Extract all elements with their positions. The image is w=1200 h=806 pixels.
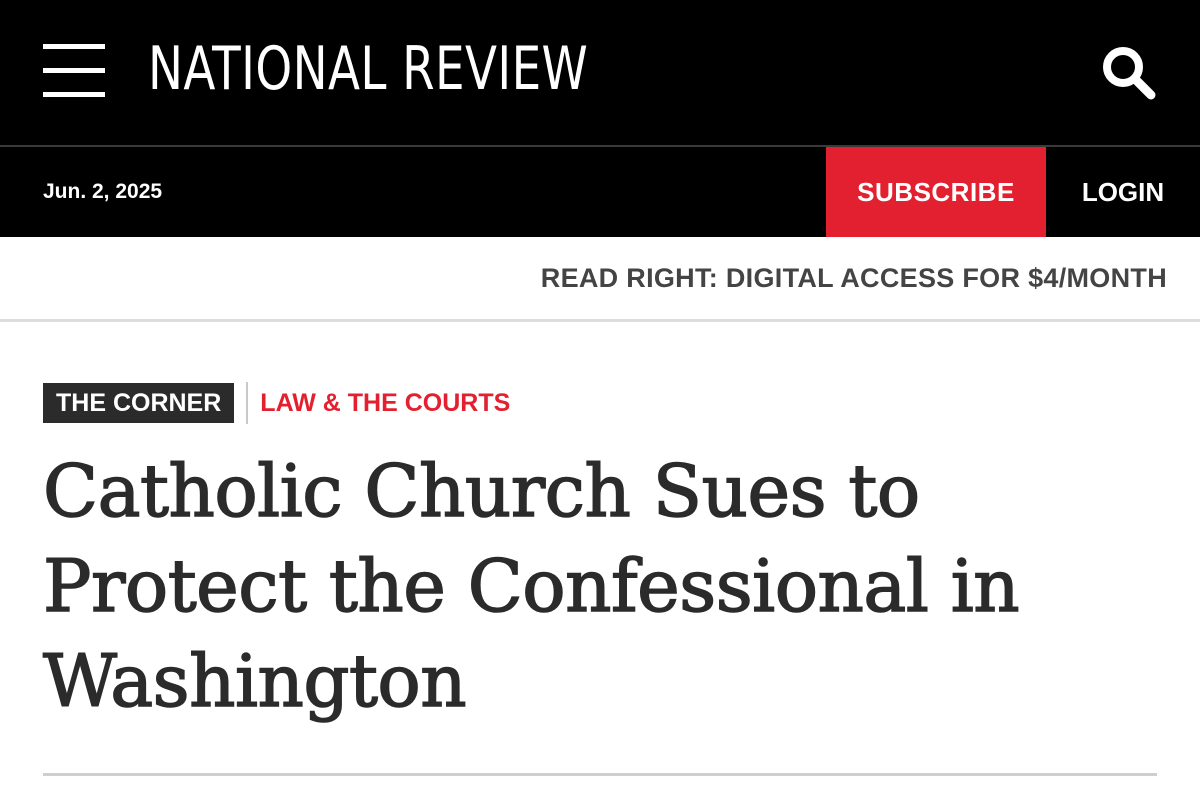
article-kicker: THE CORNER LAW & THE COURTS (43, 382, 510, 424)
current-date: Jun. 2, 2025 (43, 180, 163, 203)
search-icon[interactable] (1099, 43, 1157, 101)
search-icon-graphic (1103, 47, 1156, 100)
subscribe-button[interactable]: SUBSCRIBE (826, 147, 1046, 237)
menu-bar (43, 44, 105, 49)
digital-access-promo-link[interactable]: READ RIGHT: DIGITAL ACCESS FOR $4/MONTH (541, 237, 1167, 319)
kicker-divider (246, 382, 249, 424)
account-bar: Jun. 2, 2025 SUBSCRIBE LOGIN (0, 147, 1200, 237)
menu-bar (43, 92, 105, 97)
topic-link[interactable]: LAW & THE COURTS (260, 389, 510, 418)
menu-bar (43, 68, 105, 73)
headline-divider (43, 773, 1157, 776)
promo-banner: READ RIGHT: DIGITAL ACCESS FOR $4/MONTH (0, 237, 1200, 322)
article-headline: Catholic Church Sues to Protect the Conf… (42, 448, 1020, 724)
site-header: NATIONAL REVIEW (0, 0, 1200, 145)
section-tag[interactable]: THE CORNER (43, 383, 235, 423)
site-logo[interactable]: NATIONAL REVIEW (148, 38, 588, 100)
login-button[interactable]: LOGIN (1046, 147, 1200, 237)
hamburger-menu-icon[interactable] (43, 44, 105, 98)
